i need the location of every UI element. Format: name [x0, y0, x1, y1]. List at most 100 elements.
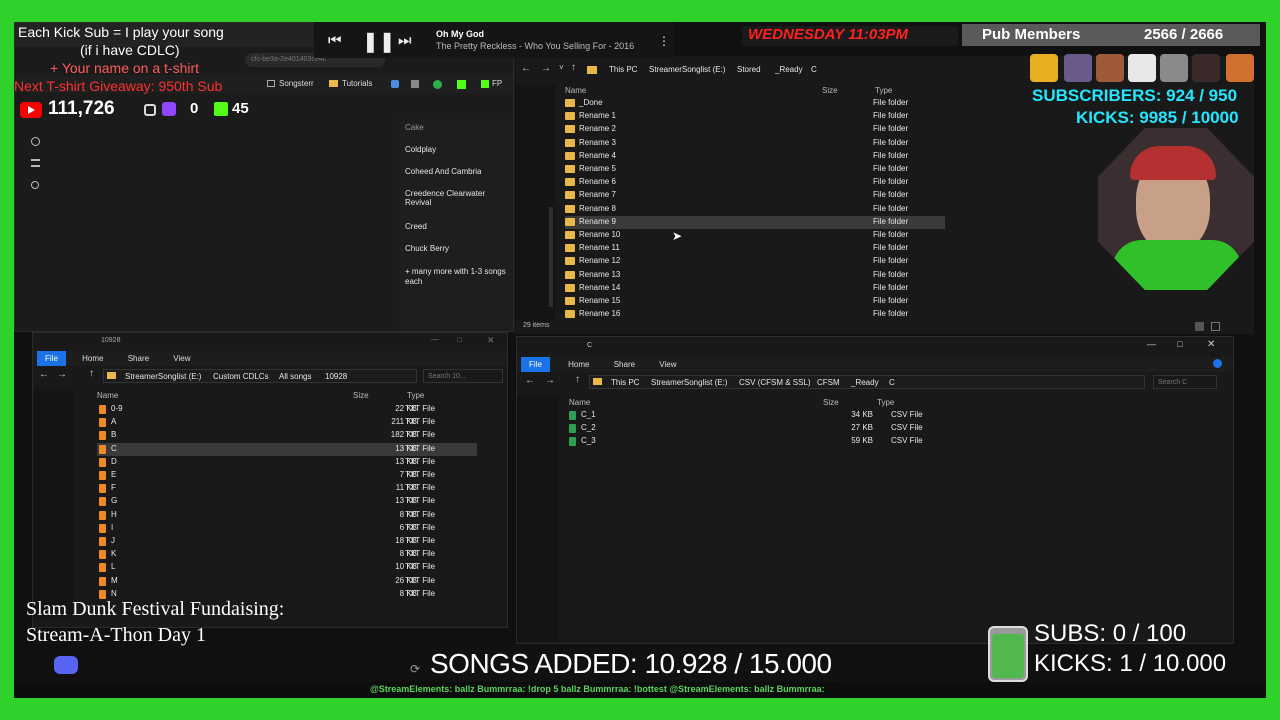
file-row[interactable]: Rename 4 File folder: [565, 150, 945, 163]
tiles-view-icon[interactable]: [1211, 322, 1220, 331]
file-row[interactable]: Rename 3 File folder: [565, 137, 945, 150]
file-row[interactable]: Rename 8 File folder: [565, 203, 945, 216]
ribbon-tab-home[interactable]: Home: [568, 360, 589, 369]
back-button[interactable]: ←: [521, 63, 531, 74]
file-row[interactable]: H8 KB TXT File: [97, 509, 477, 522]
chevron-down-icon[interactable]: ˅: [559, 63, 564, 72]
breadcrumb-item[interactable]: _Ready: [851, 378, 879, 387]
breadcrumb-item[interactable]: This PC: [609, 65, 637, 74]
ribbon-tab-file[interactable]: File: [37, 351, 66, 366]
minimize-button[interactable]: —: [1147, 339, 1156, 349]
file-row[interactable]: M 26 KB TXT File: [97, 575, 477, 588]
file-row[interactable]: F 11 KB TXT File: [97, 482, 477, 495]
ribbon-tab-file[interactable]: File: [521, 357, 550, 372]
close-button[interactable]: ✕: [487, 335, 495, 346]
breadcrumb-item[interactable]: C: [811, 65, 817, 74]
close-button[interactable]: ✕: [1207, 339, 1215, 350]
breadcrumb-item[interactable]: All songs: [279, 372, 311, 381]
up-button[interactable]: ↑: [575, 374, 580, 385]
column-header-name[interactable]: Name: [569, 398, 590, 407]
maximize-button[interactable]: □: [457, 335, 462, 344]
next-button[interactable]: ⏭: [398, 32, 412, 49]
file-row[interactable]: L 10 KB TXT File: [97, 561, 477, 574]
column-header-type[interactable]: Type: [877, 398, 894, 407]
file-row[interactable]: Rename 13 File folder: [565, 269, 945, 282]
file-row[interactable]: Rename 2 File folder: [565, 123, 945, 136]
file-row[interactable]: G 13 KB TXT File: [97, 495, 477, 508]
file-row[interactable]: Rename 1 File folder: [565, 110, 945, 123]
column-header-size[interactable]: Size: [822, 86, 838, 95]
file-row[interactable]: Rename 12 File folder: [565, 255, 945, 268]
column-header-type[interactable]: Type: [875, 86, 892, 95]
file-row[interactable]: C 13 KB TXT File: [97, 442, 477, 456]
history-icon[interactable]: [31, 137, 40, 146]
minimize-button[interactable]: —: [431, 335, 439, 344]
extension-icon[interactable]: [433, 80, 442, 89]
breadcrumb-item[interactable]: StreamerSonglist (E:): [651, 378, 727, 387]
search-input[interactable]: Search 10...: [423, 369, 503, 383]
up-button[interactable]: ↑: [89, 368, 94, 379]
breadcrumb-item[interactable]: Custom CDLCs: [213, 372, 269, 381]
file-row[interactable]: C_2 27 KB CSV File: [567, 422, 947, 435]
breadcrumb-item[interactable]: Stored: [737, 65, 761, 74]
ribbon-tab-share[interactable]: Share: [128, 354, 149, 363]
help-icon[interactable]: [1213, 359, 1222, 368]
nav-pane-scrollbar[interactable]: [549, 207, 553, 307]
bookmark-songsterr[interactable]: Songsterr: [267, 79, 314, 88]
column-header-name[interactable]: Name: [565, 86, 586, 95]
file-row[interactable]: D 13 KB TXT File: [97, 456, 477, 469]
file-row[interactable]: K8 KB TXT File: [97, 548, 477, 561]
breadcrumb-item[interactable]: StreamerSonglist (E:): [125, 372, 201, 381]
file-row[interactable]: Rename 7 File folder: [565, 189, 945, 202]
forward-button[interactable]: →: [545, 375, 555, 386]
back-button[interactable]: ←: [39, 369, 49, 380]
file-row[interactable]: Rename 11 File folder: [565, 242, 945, 255]
previous-button[interactable]: ⏮: [328, 32, 342, 49]
pause-button[interactable]: ❚❚: [362, 29, 396, 54]
breadcrumb-item[interactable]: C: [889, 378, 895, 387]
search-icon[interactable]: [31, 181, 39, 189]
ribbon-tab-home[interactable]: Home: [82, 354, 103, 363]
file-row[interactable]: Rename 14 File folder: [565, 282, 945, 295]
ribbon-tab-share[interactable]: Share: [614, 360, 635, 369]
breadcrumb-item[interactable]: CSV (CFSM & SSL): [739, 378, 811, 387]
more-options-icon[interactable]: ⋮: [658, 34, 670, 48]
forward-button[interactable]: →: [57, 369, 67, 380]
file-row[interactable]: 0-9 22 KB TXT File: [97, 403, 477, 416]
file-row[interactable]: B 182 KB TXT File: [97, 429, 477, 442]
file-row[interactable]: _Done File folder: [565, 97, 945, 110]
breadcrumb-item[interactable]: This PC: [611, 378, 639, 387]
ribbon-tab-view[interactable]: View: [173, 354, 190, 363]
ribbon-tab-view[interactable]: View: [659, 360, 676, 369]
breadcrumb-item[interactable]: _Ready: [775, 65, 803, 74]
file-row[interactable]: A 211 KB TXT File: [97, 416, 477, 429]
back-button[interactable]: ←: [525, 375, 535, 386]
up-button[interactable]: ↑: [571, 62, 576, 73]
breadcrumb-item[interactable]: StreamerSonglist (E:): [649, 65, 725, 74]
file-row[interactable]: Rename 6 File folder: [565, 176, 945, 189]
bookmark-fp[interactable]: FP: [481, 79, 502, 88]
file-row[interactable]: Rename 9 File folder: [565, 215, 945, 229]
file-row[interactable]: E7 KB TXT File: [97, 469, 477, 482]
extension-icon[interactable]: [391, 80, 399, 88]
column-header-type[interactable]: Type: [407, 391, 424, 400]
file-row[interactable]: I6 KB TXT File: [97, 522, 477, 535]
column-header-name[interactable]: Name: [97, 391, 118, 400]
forward-button[interactable]: →: [541, 63, 551, 74]
list-icon[interactable]: [31, 159, 40, 167]
kick-icon[interactable]: [457, 80, 466, 89]
file-row[interactable]: Rename 16 File folder: [565, 308, 945, 321]
file-row[interactable]: J 18 KB TXT File: [97, 535, 477, 548]
file-row[interactable]: Rename 5 File folder: [565, 163, 945, 176]
file-row[interactable]: C_1 34 KB CSV File: [567, 409, 947, 422]
column-header-size[interactable]: Size: [823, 398, 839, 407]
maximize-button[interactable]: □: [1177, 339, 1182, 349]
file-row[interactable]: Rename 15 File folder: [565, 295, 945, 308]
extension-icon[interactable]: [411, 80, 419, 88]
breadcrumb-item[interactable]: 10928: [325, 372, 347, 381]
column-header-size[interactable]: Size: [353, 391, 369, 400]
breadcrumb-item[interactable]: CFSM: [817, 378, 840, 387]
file-row[interactable]: C_3 59 KB CSV File: [567, 435, 947, 448]
file-row[interactable]: Rename 10 File folder: [565, 229, 945, 242]
bookmark-tutorials[interactable]: Tutorials: [329, 79, 372, 88]
